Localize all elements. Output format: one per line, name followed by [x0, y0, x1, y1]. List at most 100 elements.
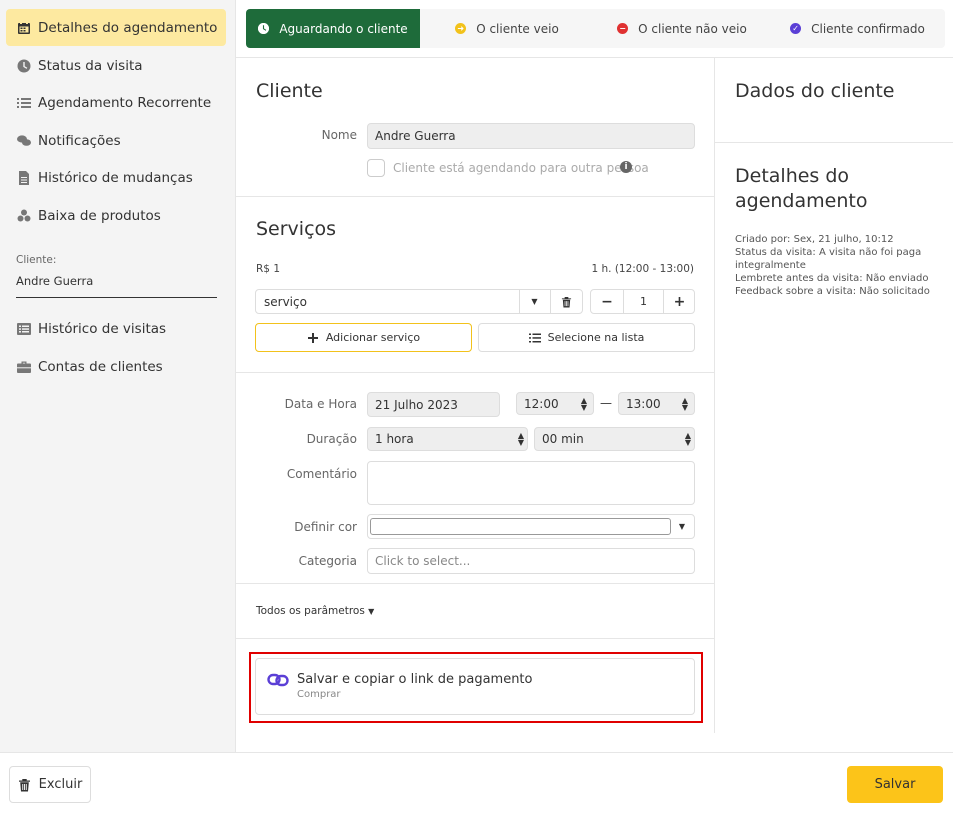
service-price: R$ 1: [256, 263, 280, 275]
color-swatch: [370, 518, 671, 535]
sidebar-item-label: Baixa de produtos: [38, 207, 161, 224]
sidebar-item-label: Detalhes do agendamento: [38, 19, 218, 36]
client-name-input[interactable]: Andre Guerra: [367, 123, 695, 149]
save-button[interactable]: Salvar: [847, 766, 943, 803]
sidebar-item-label: Histórico de visitas: [38, 320, 167, 337]
appointment-details-title: Detalhes do agendamento: [735, 165, 868, 212]
category-label: Categoria: [298, 554, 357, 568]
info-icon[interactable]: i: [620, 161, 632, 173]
divider: [236, 583, 714, 584]
sidebar-item-label: Status da visita: [38, 57, 143, 74]
quantity-value[interactable]: 1: [624, 290, 663, 313]
trash-icon: [18, 778, 30, 791]
comment-label: Comentário: [286, 467, 357, 481]
services-section-title: Serviços: [256, 218, 337, 240]
color-label: Definir cor: [294, 520, 357, 534]
visit-status-bar: Aguardando o cliente ➜ O cliente veio − …: [246, 9, 945, 48]
clock-icon: [16, 58, 32, 74]
appointment-meta: Criado por: Sex, 21 julho, 10:12 Status …: [735, 233, 940, 298]
plus-icon: [307, 332, 318, 343]
status-tab-label: Aguardando o cliente: [279, 21, 408, 36]
start-time-select[interactable]: 12:00 ▲ ▼: [516, 392, 594, 415]
service-select-value: serviço: [264, 294, 307, 309]
status-tab-waiting[interactable]: Aguardando o cliente: [246, 9, 420, 48]
sidebar-item-label: Histórico de mudanças: [38, 169, 193, 186]
details-panel: Dados do cliente Detalhes do agendamento…: [714, 57, 953, 733]
comment-textarea[interactable]: [367, 461, 695, 505]
caret-down-icon: ▼: [368, 607, 375, 616]
add-service-button[interactable]: Adicionar serviço: [255, 323, 472, 352]
status-tab-client-confirmed[interactable]: ✓ Cliente confirmado: [770, 9, 945, 48]
duration-label: Duração: [306, 432, 357, 446]
divider: [236, 372, 714, 373]
decrease-button[interactable]: −: [591, 290, 623, 313]
spinner-icon: ▲ ▼: [681, 395, 688, 412]
link-icon: [267, 672, 289, 688]
increase-button[interactable]: +: [664, 290, 695, 313]
check-circle-icon: ✓: [790, 23, 802, 34]
divider: [236, 638, 714, 639]
chat-icon: [16, 133, 32, 149]
service-duration-range: 1 h. (12:00 - 13:00): [591, 263, 694, 275]
sidebar-item-notifications[interactable]: Notificações: [6, 122, 226, 159]
sidebar-item-product-writeoff[interactable]: Baixa de produtos: [6, 197, 226, 234]
select-from-list-button[interactable]: Selecione na lista: [478, 323, 695, 352]
sidebar-item-appointment-details[interactable]: Detalhes do agendamento: [6, 9, 226, 46]
calendar-icon: [16, 20, 32, 36]
chevron-down-icon[interactable]: ▼: [519, 290, 550, 313]
divider: [16, 297, 217, 298]
boxes-icon: [16, 208, 32, 224]
status-tab-client-no-show[interactable]: − O cliente não veio: [594, 9, 770, 48]
duration-minutes-select[interactable]: 00 min ▲ ▼: [534, 427, 695, 451]
sidebar-item-client-accounts[interactable]: Contas de clientes: [6, 348, 226, 385]
duration-hours-select[interactable]: 1 hora ▲ ▼: [367, 427, 528, 451]
sidebar-item-visit-history[interactable]: Histórico de visitas: [6, 310, 226, 347]
status-tab-label: O cliente não veio: [638, 21, 747, 36]
color-picker[interactable]: ▼: [367, 514, 695, 539]
spinner-icon: ▲ ▼: [580, 395, 587, 412]
client-name[interactable]: Andre Guerra: [16, 274, 93, 288]
all-parameters-toggle[interactable]: Todos os parâmetros ▼: [256, 605, 374, 617]
status-tab-client-came[interactable]: ➜ O cliente veio: [420, 9, 594, 48]
payment-link-button[interactable]: Salvar e copiar o link de pagamento Comp…: [255, 658, 695, 715]
other-person-label: Cliente está agendando para outra pessoa: [393, 161, 649, 175]
minus-circle-icon: −: [617, 23, 629, 34]
other-person-checkbox[interactable]: [367, 159, 385, 177]
list-icon: [16, 95, 32, 111]
divider: [715, 142, 953, 143]
spinner-icon: ▲ ▼: [517, 431, 524, 447]
category-select[interactable]: Click to select...: [367, 548, 695, 574]
date-input[interactable]: 21 Julho 2023: [367, 392, 500, 417]
briefcase-icon: [16, 359, 32, 375]
list-icon: [528, 333, 541, 342]
reminder-status: Lembrete antes da visita: Não enviado: [735, 273, 929, 284]
client-name-value: Andre Guerra: [375, 129, 456, 143]
trash-icon[interactable]: [550, 290, 583, 313]
client-section-title: Cliente: [256, 80, 323, 102]
name-label: Nome: [321, 128, 357, 142]
sidebar-item-change-history[interactable]: Histórico de mudanças: [6, 159, 226, 196]
clock-icon: [258, 23, 270, 34]
chevron-down-icon: ▼: [678, 522, 685, 531]
feedback-status: Feedback sobre a visita: Não solicitado: [735, 286, 930, 297]
service-select[interactable]: serviço ▼: [255, 289, 583, 314]
quantity-stepper[interactable]: − 1 +: [590, 289, 695, 314]
client-data-title: Dados do cliente: [735, 80, 895, 102]
status-tab-label: O cliente veio: [476, 21, 559, 36]
sidebar: Detalhes do agendamento Status da visita…: [0, 0, 236, 752]
sidebar-item-recurring[interactable]: Agendamento Recorrente: [6, 84, 226, 121]
sidebar-item-label: Agendamento Recorrente: [38, 94, 212, 111]
end-time-select[interactable]: 13:00 ▲ ▼: [618, 392, 695, 415]
time-separator: —: [600, 396, 612, 410]
created-by: Criado por: Sex, 21 julho, 10:12: [735, 234, 894, 245]
sidebar-item-visit-status[interactable]: Status da visita: [6, 47, 226, 84]
spinner-icon: ▲ ▼: [684, 431, 691, 447]
appointment-form: Cliente Nome Andre Guerra Cliente está a…: [236, 57, 714, 752]
sidebar-item-label: Contas de clientes: [38, 358, 163, 375]
document-icon: [16, 170, 32, 186]
delete-button[interactable]: Excluir: [9, 766, 91, 803]
client-label: Cliente:: [16, 254, 57, 266]
payment-link-subtitle: Comprar: [297, 689, 341, 700]
footer-divider: [0, 752, 953, 753]
divider: [236, 196, 714, 197]
